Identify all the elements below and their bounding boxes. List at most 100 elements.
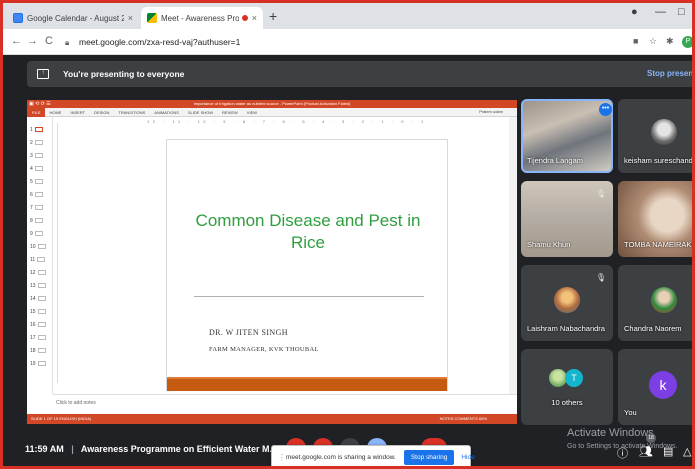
minimize-button[interactable]: —	[655, 6, 666, 18]
ppt-ribbon-tabs: FILE HOME INSERT DESIGN TRANSITIONS ANIM…	[27, 107, 517, 117]
participant-tile-tijendra[interactable]: ••• Tijendra Langam	[521, 99, 613, 173]
avatar	[554, 287, 580, 313]
slide-thumb[interactable]: 3	[30, 153, 43, 159]
participant-tile-tomba[interactable]: TOMBA NAMEIRAKP...	[618, 181, 695, 257]
reload-button[interactable]: C	[45, 35, 53, 47]
drag-handle-icon[interactable]: ⋮	[278, 453, 286, 462]
calendar-icon	[13, 13, 23, 23]
slide-thumb[interactable]: 8	[30, 218, 43, 224]
new-tab-button[interactable]: +	[269, 8, 277, 24]
url-text: meet.google.com/zxa-resd-vaj?authuser=1	[79, 37, 241, 47]
ppt-status-right: NOTES COMMENTS 65%	[439, 416, 487, 421]
hide-button[interactable]: Hide	[461, 454, 474, 461]
slide-thumb[interactable]: 14	[30, 296, 46, 302]
ppt-tab-review[interactable]: REVIEW	[222, 110, 238, 115]
avatar	[651, 287, 677, 313]
ppt-slide-thumbnails: 1 2 3 4 5 6 7 8 9 10 11 12 13 14 15 16 1…	[27, 117, 53, 394]
mic-off-icon: 🎙︎	[690, 273, 692, 285]
current-slide[interactable]: Common Disease and Pest in Rice DR. W JI…	[166, 139, 448, 391]
ppt-notes-pane[interactable]: Click to add notes	[53, 394, 517, 414]
slide-role: FARM MANAGER, KVK THOUBAL	[209, 346, 319, 353]
browser-toolbar: ← → C 🔒︎ meet.google.com/zxa-resd-vaj?au…	[3, 29, 692, 55]
participant-name: You	[624, 408, 637, 417]
ppt-status-left: SLIDE 1 OF 19 ENGLISH (INDIA)	[31, 416, 92, 421]
ppt-tab-insert[interactable]: INSERT	[70, 110, 85, 115]
slide-thumb[interactable]: 2	[30, 140, 43, 146]
ppt-tab-transitions[interactable]: TRANSITIONS	[118, 110, 145, 115]
mic-off-icon: 🎙︎	[595, 189, 607, 198]
slide-thumb[interactable]: 16	[30, 322, 46, 328]
ppt-tab-design[interactable]: DESIGN	[94, 110, 109, 115]
tab-google-calendar[interactable]: Google Calendar - August 2021 ×	[7, 7, 139, 29]
extensions-icon[interactable]: ✱	[666, 36, 674, 47]
slide-footer-band	[167, 377, 447, 391]
slide-divider	[194, 296, 424, 297]
profile-avatar[interactable]: P	[682, 36, 692, 48]
camera-indicator-icon[interactable]: ■	[633, 36, 638, 46]
ppt-tab-home[interactable]: HOME	[49, 110, 61, 115]
people-count-badge: 18	[646, 433, 656, 443]
separator: |	[71, 444, 74, 454]
ppt-user-name: Pralem udam	[479, 109, 503, 114]
meet-icon	[147, 13, 157, 23]
ppt-file-tab[interactable]: FILE	[27, 107, 46, 117]
maximize-button[interactable]: □	[678, 6, 685, 18]
slide-thumb[interactable]: 11	[30, 257, 46, 263]
slide-author: DR. W JITEN SINGH	[209, 328, 288, 337]
slide-thumb[interactable]: 4	[30, 166, 43, 172]
more-options-button[interactable]: •••	[599, 103, 612, 116]
participant-tile-shamu[interactable]: 🎙︎ Shamu Khun	[521, 181, 613, 257]
ppt-tab-view[interactable]: VIEW	[247, 110, 257, 115]
people-icon[interactable]: 👥︎	[639, 445, 653, 458]
slide-thumb[interactable]: 10	[30, 244, 46, 250]
activities-icon[interactable]: △	[683, 445, 691, 458]
participant-name: TOMBA NAMEIRAKP...	[624, 240, 695, 249]
ppt-tab-slide-show[interactable]: SLIDE SHOW	[188, 110, 213, 115]
notes-placeholder: Click to add notes	[56, 400, 96, 406]
ppt-tab-animations[interactable]: ANIMATIONS	[154, 110, 179, 115]
address-bar[interactable]: 🔒︎ meet.google.com/zxa-resd-vaj?authuser…	[65, 33, 605, 51]
slide-thumb[interactable]: 13	[30, 283, 46, 289]
lock-icon: 🔒︎	[65, 38, 70, 47]
stop-presenting-button[interactable]: Stop presenting	[647, 69, 692, 78]
browser-tab-strip: Google Calendar - August 2021 × Meet - A…	[3, 3, 692, 29]
ppt-vertical-scrollbar[interactable]	[509, 117, 517, 394]
participant-tile-you[interactable]: k You	[618, 349, 692, 425]
slide-thumb[interactable]: 15	[30, 309, 46, 315]
slide-thumb[interactable]: 6	[30, 192, 43, 198]
meeting-title: Awareness Programme on Efficient Water M…	[80, 444, 277, 454]
stop-sharing-button[interactable]: Stop sharing	[403, 449, 455, 465]
tab-title: Meet - Awareness Programme	[161, 13, 239, 23]
sharing-message: meet.google.com is sharing a window.	[286, 453, 396, 461]
info-icon[interactable]: ⓘ	[617, 445, 628, 461]
participant-tile-keisham[interactable]: 🎙︎ keisham sureschandra	[618, 99, 692, 173]
screen-frame: Google Calendar - August 2021 × Meet - A…	[0, 0, 695, 469]
mic-off-icon: 🎙︎	[595, 273, 607, 282]
slide-thumb[interactable]: 12	[30, 270, 46, 276]
tab-meet[interactable]: Meet - Awareness Programme ×	[141, 7, 263, 29]
slide-thumb[interactable]: 7	[30, 205, 43, 211]
participant-tile-chandra[interactable]: 🎙︎ Chandra Naorem	[618, 265, 692, 341]
slide-thumb[interactable]: 5	[30, 179, 43, 185]
participant-tile-laishram[interactable]: 🎙︎ Laishram Nabachandra	[521, 265, 613, 341]
chat-icon[interactable]: ▤	[663, 445, 673, 458]
avatar	[651, 119, 677, 145]
slide-thumb[interactable]: 17	[30, 335, 46, 341]
close-tab-icon[interactable]: ×	[128, 13, 133, 23]
ppt-editing-canvas: Common Disease and Pest in Rice DR. W JI…	[53, 117, 509, 394]
back-button[interactable]: ←	[11, 35, 22, 47]
close-tab-icon[interactable]: ×	[252, 13, 257, 23]
forward-button[interactable]: →	[27, 35, 38, 47]
avatar: T	[565, 369, 583, 387]
slide-thumb[interactable]: 19	[30, 361, 46, 367]
slide-thumb[interactable]: 1	[30, 127, 43, 133]
account-circle-icon[interactable]: ●	[631, 6, 638, 18]
bookmark-star-icon[interactable]: ☆	[649, 36, 657, 47]
present-icon: ↑	[37, 69, 49, 79]
participant-tile-others[interactable]: T 10 others	[521, 349, 613, 425]
slide-thumb[interactable]: 18	[30, 348, 46, 354]
participant-name: Laishram Nabachandra	[527, 324, 605, 333]
tab-title: Google Calendar - August 2021	[27, 13, 124, 23]
ppt-status-bar: SLIDE 1 OF 19 ENGLISH (INDIA) NOTES COMM…	[27, 414, 517, 424]
slide-thumb[interactable]: 9	[30, 231, 43, 237]
